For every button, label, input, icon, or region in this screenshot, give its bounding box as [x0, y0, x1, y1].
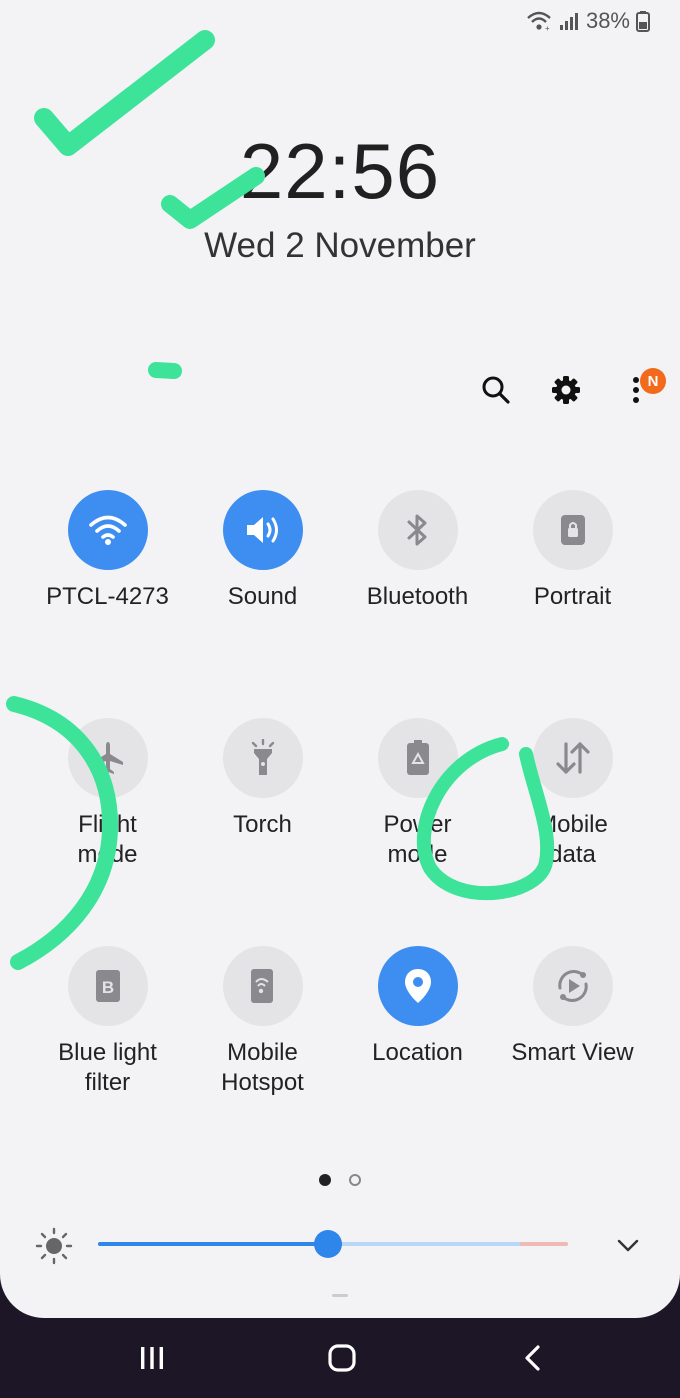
- tile-label: Mobile Hotspot: [221, 1039, 304, 1096]
- tile-blue-light[interactable]: B Blue light filter: [30, 946, 185, 1174]
- wifi-icon: [88, 513, 128, 547]
- page-dot-active[interactable]: [319, 1174, 331, 1186]
- tile-toggle[interactable]: [532, 946, 613, 1026]
- chevron-down-icon: [617, 1239, 639, 1252]
- page-dot[interactable]: [349, 1174, 361, 1186]
- tile-toggle[interactable]: [377, 946, 458, 1026]
- tile-battery-recycle[interactable]: Power mode: [340, 718, 495, 946]
- panel-toolbar: N: [476, 368, 666, 410]
- quick-panel: + 38% 22:56 Wed 2 November N PTCL-4273 S…: [0, 0, 680, 1318]
- tile-label: Portrait: [533, 583, 612, 610]
- hotspot-icon: [248, 967, 278, 1005]
- signal-icon: [558, 10, 580, 32]
- tile-toggle[interactable]: [377, 490, 458, 570]
- tile-label: Smart View: [511, 1039, 634, 1066]
- back-button[interactable]: [510, 1338, 554, 1378]
- svg-text:B: B: [101, 978, 113, 997]
- tile-label: Blue light filter: [58, 1039, 157, 1096]
- portrait-lock-icon: [558, 512, 588, 548]
- tile-toggle[interactable]: [532, 490, 613, 570]
- tile-portrait-lock[interactable]: Portrait: [495, 490, 650, 718]
- home-button[interactable]: [320, 1338, 364, 1378]
- svg-text:+: +: [545, 24, 550, 32]
- date: Wed 2 November: [204, 226, 476, 265]
- settings-button[interactable]: [546, 370, 586, 410]
- tile-bluetooth[interactable]: Bluetooth: [340, 490, 495, 718]
- back-icon: [525, 1345, 540, 1371]
- tile-label: Sound: [227, 583, 298, 610]
- tile-label: Bluetooth: [366, 583, 469, 610]
- tile-toggle[interactable]: [67, 490, 148, 570]
- tile-smart-view[interactable]: Smart View: [495, 946, 650, 1174]
- location-pin-icon: [403, 967, 433, 1005]
- tile-toggle[interactable]: [532, 718, 613, 798]
- page-indicator: [0, 1174, 680, 1186]
- brightness-thumb[interactable]: [314, 1230, 343, 1258]
- tile-toggle[interactable]: [222, 718, 303, 798]
- gear-icon: [552, 376, 580, 404]
- search-button[interactable]: [476, 370, 516, 410]
- tile-toggle[interactable]: [67, 718, 148, 798]
- torch-icon: [247, 739, 279, 777]
- expand-button[interactable]: [610, 1228, 646, 1264]
- search-icon: [482, 376, 510, 404]
- battery-recycle-icon: [404, 739, 432, 777]
- smart-view-icon: [553, 966, 593, 1006]
- tile-toggle[interactable]: [222, 946, 303, 1026]
- tile-label: Mobile data: [537, 811, 608, 868]
- tile-label: Flight mode: [77, 811, 138, 868]
- battery-percent: 38%: [585, 8, 630, 33]
- tile-label: Power mode: [383, 811, 452, 868]
- tile-hotspot[interactable]: Mobile Hotspot: [185, 946, 340, 1174]
- home-icon: [328, 1344, 356, 1372]
- brightness-icon: [35, 1227, 73, 1265]
- tile-airplane[interactable]: Flight mode: [30, 718, 185, 946]
- drag-handle[interactable]: [332, 1294, 348, 1297]
- recent-apps-button[interactable]: [130, 1338, 174, 1378]
- tile-toggle[interactable]: B: [67, 946, 148, 1026]
- tile-label: PTCL-4273: [46, 583, 169, 610]
- notification-badge: N: [640, 368, 666, 394]
- tile-label: Torch: [233, 811, 292, 838]
- tile-volume[interactable]: Sound: [185, 490, 340, 718]
- tile-label: Location: [372, 1039, 463, 1066]
- tile-location-pin[interactable]: Location: [340, 946, 495, 1174]
- recent-apps-icon: [141, 1347, 163, 1369]
- data-arrows-icon: [553, 740, 593, 776]
- tile-toggle[interactable]: [222, 490, 303, 570]
- more-options-button[interactable]: N: [616, 368, 666, 410]
- brightness-fill: [98, 1242, 329, 1246]
- tile-torch[interactable]: Torch: [185, 718, 340, 946]
- blue-light-icon: B: [93, 968, 123, 1004]
- quick-settings-grid: PTCL-4273 Sound Bluetooth Portrait Flight mo…: [30, 490, 650, 1174]
- tile-data-arrows[interactable]: Mobile data: [495, 718, 650, 946]
- tile-wifi[interactable]: PTCL-4273: [30, 490, 185, 718]
- brightness-control: [34, 1222, 646, 1266]
- clock: 22:56: [239, 127, 441, 215]
- wifi-icon: +: [526, 10, 552, 32]
- bluetooth-icon: [405, 512, 431, 548]
- battery-icon: [636, 10, 650, 32]
- brightness-track-end: [520, 1242, 568, 1246]
- airplane-icon: [90, 740, 126, 776]
- volume-icon: [243, 513, 283, 547]
- status-bar: + 38%: [526, 8, 650, 34]
- brightness-slider[interactable]: [98, 1230, 568, 1258]
- tile-toggle[interactable]: [377, 718, 458, 798]
- navigation-bar: [0, 1318, 680, 1398]
